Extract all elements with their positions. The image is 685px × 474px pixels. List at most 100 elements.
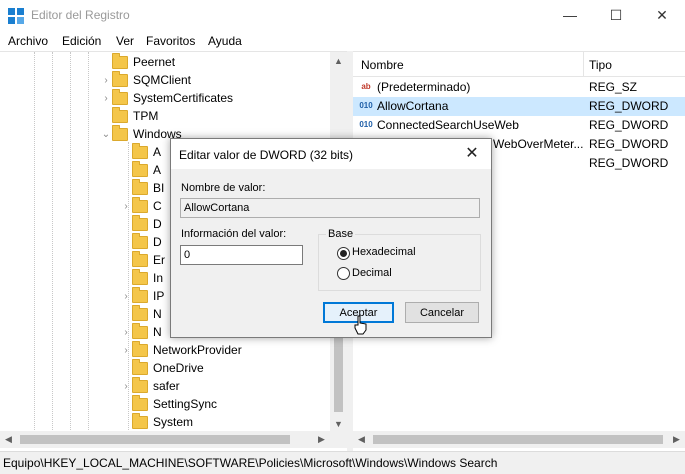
chevron-icon[interactable] [120,395,132,413]
chevron-right-icon[interactable]: › [100,71,112,89]
chevron-icon[interactable] [120,269,132,287]
tree-item[interactable]: › C [120,196,162,215]
list-horizontal-scrollbar[interactable]: ◀ ▶ [353,431,685,448]
tree-item-label: BI [153,181,165,195]
chevron-right-icon[interactable]: › [120,197,132,215]
decimal-label[interactable]: Decimal [352,267,392,279]
scroll-up-arrow-icon[interactable]: ▲ [330,52,347,69]
scroll-thumb[interactable] [20,435,290,444]
folder-icon [132,196,148,213]
chevron-icon[interactable] [120,179,132,197]
scroll-down-arrow-icon[interactable]: ▼ [330,415,347,432]
folder-icon [112,70,128,87]
tree-item[interactable]: OneDrive [120,358,204,377]
menu-bar: Archivo Edición Ver Favoritos Ayuda [0,30,685,51]
chevron-right-icon[interactable]: › [120,287,132,305]
chevron-icon[interactable] [120,359,132,377]
chevron-icon[interactable] [120,305,132,323]
value-type: REG_SZ [589,80,638,94]
column-header-nombre[interactable]: Nombre [361,58,404,72]
tree-item-label: System [153,415,194,429]
folder-icon [132,214,148,231]
folder-icon [132,376,148,393]
folder-icon [132,394,148,411]
tree-item[interactable]: D [120,214,162,233]
folder-icon [112,106,128,123]
chevron-right-icon[interactable]: › [120,377,132,395]
tree-item[interactable]: System [120,412,194,431]
folder-icon [132,358,148,375]
tree-item[interactable]: › safer [120,376,180,395]
tree-item[interactable]: Peernet [100,52,176,71]
folder-icon [132,304,148,321]
cancel-button[interactable]: Cancelar [405,302,479,323]
value-name-label: Nombre de valor: [181,182,266,194]
tree-item[interactable]: SettingSync [120,394,217,413]
tree-item[interactable]: D [120,232,162,251]
value-type: REG_DWORD [589,118,669,132]
folder-icon [132,340,148,357]
value-name: (Predeterminado) [377,80,471,94]
dialog-title: Editar valor de DWORD (32 bits) [179,148,354,162]
tree-item[interactable]: In [120,268,163,287]
decimal-radio[interactable] [337,267,350,280]
minimize-button[interactable]: — [547,0,593,30]
binary-value-icon: 010 [359,120,373,129]
chevron-icon[interactable] [120,215,132,233]
list-header: Nombre Tipo [353,52,685,77]
tree-item-label: OneDrive [153,361,204,375]
chevron-down-icon[interactable]: ⌄ [100,125,112,143]
scroll-thumb[interactable] [334,332,343,412]
hexadecimal-label[interactable]: Hexadecimal [352,246,416,258]
close-button[interactable]: ✕ [639,0,685,30]
tree-item[interactable]: A [120,160,161,179]
tree-item[interactable]: › NetworkProvider [120,340,242,359]
value-data-label: Información del valor: [181,228,287,240]
value-type: REG_DWORD [589,156,669,170]
tree-item[interactable]: › N [120,322,162,341]
menu-ver[interactable]: Ver [116,34,134,48]
chevron-icon[interactable] [120,413,132,431]
menu-favoritos[interactable]: Favoritos [146,34,195,48]
chevron-icon[interactable] [120,143,132,161]
chevron-icon[interactable] [100,107,112,125]
column-header-tipo[interactable]: Tipo [589,58,612,72]
tree-item[interactable]: › SQMClient [100,70,191,89]
tree-horizontal-scrollbar[interactable]: ◀ ▶ [0,431,347,448]
chevron-icon[interactable] [120,233,132,251]
tree-item[interactable]: TPM [100,106,158,125]
scroll-left-arrow-icon[interactable]: ◀ [353,431,370,448]
scroll-right-arrow-icon[interactable]: ▶ [668,431,685,448]
value-type: REG_DWORD [589,99,669,113]
menu-ayuda[interactable]: Ayuda [208,34,242,48]
menu-edicion[interactable]: Edición [62,34,101,48]
scroll-thumb[interactable] [373,435,663,444]
list-row[interactable]: 010 ConnectedSearchUseWeb REG_DWORD [353,116,685,135]
scroll-right-arrow-icon[interactable]: ▶ [313,431,330,448]
chevron-icon[interactable] [120,251,132,269]
tree-item[interactable]: Er [120,250,165,269]
chevron-right-icon[interactable]: › [100,89,112,107]
chevron-right-icon[interactable]: › [120,341,132,359]
chevron-icon[interactable] [120,161,132,179]
scroll-left-arrow-icon[interactable]: ◀ [0,431,17,448]
tree-item[interactable]: N [120,304,162,323]
list-row-selected[interactable]: 010 AllowCortana REG_DWORD [353,97,685,116]
tree-item[interactable]: › IP [120,286,164,305]
chevron-icon[interactable] [100,53,112,71]
chevron-right-icon[interactable]: › [120,323,132,341]
tree-item-label: C [153,199,162,213]
menu-archivo[interactable]: Archivo [8,34,48,48]
list-row[interactable]: ab (Predeterminado) REG_SZ [353,78,685,97]
value-data-input[interactable]: 0 [180,245,303,265]
tree-item[interactable]: A [120,142,161,161]
registry-editor-icon [8,8,24,24]
hexadecimal-radio[interactable] [337,247,350,260]
dialog-close-button[interactable]: ✕ [459,143,485,165]
tree-item[interactable]: BI [120,178,165,197]
status-bar: Equipo\HKEY_LOCAL_MACHINE\SOFTWARE\Polic… [0,451,685,474]
folder-icon [132,322,148,339]
tree-item-label: Peernet [133,55,176,69]
maximize-button[interactable]: ☐ [593,0,639,30]
tree-item[interactable]: › SystemCertificates [100,88,233,107]
